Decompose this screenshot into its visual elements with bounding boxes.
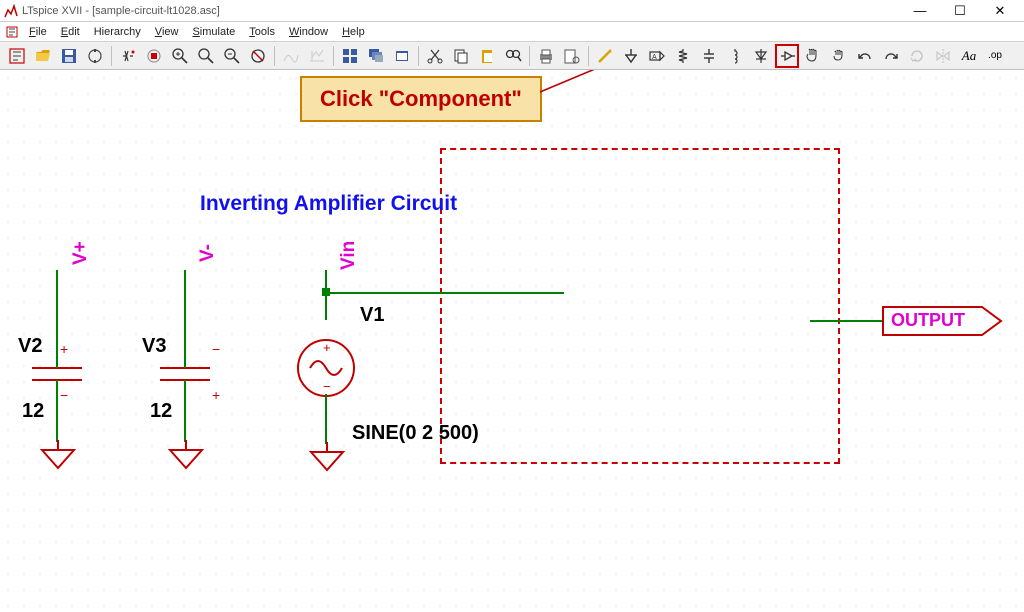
port-output-label: OUTPUT <box>891 310 965 331</box>
capacitor-icon[interactable] <box>697 44 721 68</box>
zoom-in-icon[interactable] <box>168 44 192 68</box>
wire[interactable] <box>325 270 327 320</box>
wire[interactable] <box>56 270 58 368</box>
ground-symbol[interactable] <box>166 440 206 472</box>
menu-help[interactable]: Help <box>336 24 371 40</box>
annotation-callout: Click "Component" <box>300 76 542 122</box>
inductor-icon[interactable] <box>723 44 747 68</box>
annotation-arrow <box>540 70 720 150</box>
svg-text:−: − <box>323 379 331 394</box>
cut-icon[interactable] <box>423 44 447 68</box>
menu-hierarchy[interactable]: Hierarchy <box>88 24 147 40</box>
close-window-icon[interactable] <box>390 44 414 68</box>
menu-tools[interactable]: Tools <box>243 24 281 40</box>
net-label-vplus[interactable]: V+ <box>70 241 92 265</box>
wire[interactable] <box>810 320 882 322</box>
wire[interactable] <box>184 380 186 442</box>
mirror-icon[interactable] <box>931 44 955 68</box>
window-title: LTspice XVII - [sample-circuit-lt1028.as… <box>22 5 900 17</box>
port-output[interactable]: OUTPUT <box>882 306 1004 336</box>
pick-visible-icon[interactable] <box>279 44 303 68</box>
ground-symbol[interactable] <box>307 442 347 474</box>
component-v1-name[interactable]: V1 <box>360 304 384 327</box>
wire[interactable] <box>184 270 186 368</box>
schematic-canvas[interactable]: Click "Component" Inverting Amplifier Ci… <box>0 70 1024 612</box>
rotate-icon[interactable] <box>905 44 929 68</box>
print-icon[interactable] <box>534 44 558 68</box>
spice-directive-icon[interactable]: .op <box>983 44 1007 68</box>
minimize-button[interactable]: — <box>900 0 940 22</box>
zoom-pan-icon[interactable] <box>194 44 218 68</box>
menu-file[interactable]: File <box>23 24 53 40</box>
maximize-button[interactable]: ☐ <box>940 0 980 22</box>
menu-view[interactable]: View <box>149 24 185 40</box>
tile-icon[interactable] <box>338 44 362 68</box>
app-icon <box>4 4 18 18</box>
menu-window[interactable]: Window <box>283 24 334 40</box>
open-icon[interactable] <box>31 44 55 68</box>
paste-icon[interactable] <box>475 44 499 68</box>
window-buttons: — ☐ ✕ <box>900 0 1020 22</box>
component-v3-value[interactable]: 12 <box>150 400 172 423</box>
ground-symbol[interactable] <box>38 440 78 472</box>
toolbar: A Aa .op <box>0 42 1024 70</box>
menubar: File Edit Hierarchy View Simulate Tools … <box>0 22 1024 42</box>
component-v1-value[interactable]: SINE(0 2 500) <box>352 422 479 445</box>
diode-icon[interactable] <box>749 44 773 68</box>
svg-text:−: − <box>212 341 220 357</box>
new-schematic-icon[interactable] <box>5 44 29 68</box>
selection-marquee <box>440 148 840 464</box>
text-icon[interactable]: Aa <box>957 44 981 68</box>
resistor-icon[interactable] <box>671 44 695 68</box>
titlebar: LTspice XVII - [sample-circuit-lt1028.as… <box>0 0 1024 22</box>
svg-text:+: + <box>323 340 331 355</box>
halt-icon[interactable] <box>142 44 166 68</box>
circuit-title: Inverting Amplifier Circuit <box>200 192 457 216</box>
copy-icon[interactable] <box>449 44 473 68</box>
zoom-out-icon[interactable] <box>220 44 244 68</box>
component-v2-value[interactable]: 12 <box>22 400 44 423</box>
find-icon[interactable] <box>501 44 525 68</box>
move-icon[interactable] <box>801 44 825 68</box>
mdi-icon[interactable] <box>6 26 18 38</box>
label-net-icon[interactable]: A <box>645 44 669 68</box>
svg-text:+: + <box>60 341 68 357</box>
menu-simulate[interactable]: Simulate <box>186 24 241 40</box>
net-label-vin[interactable]: Vin <box>338 241 360 270</box>
print-setup-icon[interactable] <box>560 44 584 68</box>
run-icon[interactable] <box>116 44 140 68</box>
net-label-vminus[interactable]: V- <box>197 244 219 262</box>
cascade-icon[interactable] <box>364 44 388 68</box>
wire[interactable] <box>56 380 58 442</box>
save-icon[interactable] <box>57 44 81 68</box>
control-panel-icon[interactable] <box>83 44 107 68</box>
svg-text:−: − <box>60 387 68 403</box>
drag-icon[interactable] <box>827 44 851 68</box>
svg-text:A: A <box>652 54 657 61</box>
wire[interactable] <box>325 394 327 444</box>
autorange-icon[interactable] <box>305 44 329 68</box>
svg-text:+: + <box>212 387 220 403</box>
undo-icon[interactable] <box>853 44 877 68</box>
redo-icon[interactable] <box>879 44 903 68</box>
close-button[interactable]: ✕ <box>980 0 1020 22</box>
ground-icon[interactable] <box>619 44 643 68</box>
zoom-fit-icon[interactable] <box>246 44 270 68</box>
menu-edit[interactable]: Edit <box>55 24 86 40</box>
draw-wire-icon[interactable] <box>593 44 617 68</box>
component-icon[interactable] <box>775 44 799 68</box>
wire[interactable] <box>326 292 564 294</box>
